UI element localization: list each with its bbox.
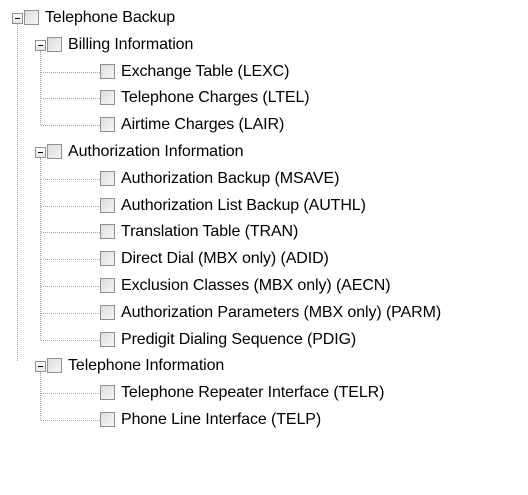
tree-view[interactable]: Telephone Backup Billing Information Excha… (0, 0, 528, 495)
unchecked-checkbox-icon[interactable] (47, 36, 62, 52)
tree-connector-line (41, 312, 100, 314)
unchecked-checkbox-icon[interactable] (24, 10, 39, 25)
collapse-minus-icon[interactable] (35, 39, 46, 51)
tree-node-label[interactable]: Exchange Table (LEXC) (121, 62, 289, 82)
unchecked-checkbox-icon[interactable] (100, 170, 115, 186)
tree-node-label[interactable]: Authorization List Backup (AUTHL) (121, 196, 366, 216)
tree-connector-line (41, 420, 100, 421)
collapse-minus-icon[interactable] (35, 147, 46, 158)
tree-connector-line (41, 71, 100, 73)
tree-connector-line (41, 339, 100, 341)
tree-node-label[interactable]: Exclusion Classes (MBX only) (AECN) (121, 276, 391, 296)
unchecked-checkbox-icon[interactable] (100, 117, 115, 133)
tree-connector-line (41, 393, 100, 395)
tree-node-label[interactable]: Airtime Charges (LAIR) (121, 115, 284, 135)
tree-connector-line (41, 232, 100, 234)
unchecked-checkbox-icon[interactable] (100, 90, 115, 106)
tree-node-label[interactable]: Authorization Information (68, 142, 243, 162)
tree-node-label[interactable]: Predigit Dialing Sequence (PDIG) (121, 330, 356, 350)
unchecked-checkbox-icon[interactable] (100, 251, 115, 267)
unchecked-checkbox-icon[interactable] (100, 412, 115, 427)
tree-node-label[interactable]: Telephone Charges (LTEL) (121, 88, 310, 108)
tree-connector-line (41, 98, 100, 100)
tree-node-label[interactable]: Phone Line Interface (TELP) (121, 410, 321, 430)
tree-node-label[interactable]: Authorization Parameters (MBX only) (PAR… (121, 303, 441, 323)
tree-node-label[interactable]: Direct Dial (MBX only) (ADID) (121, 249, 329, 269)
tree-node-label[interactable]: Translation Table (TRAN) (121, 222, 298, 242)
tree-connector-line (41, 259, 100, 261)
tree-connector-line (40, 372, 41, 420)
tree-node-label[interactable]: Telephone Backup (45, 8, 175, 28)
tree-node-label[interactable]: Telephone Information (68, 356, 224, 376)
unchecked-checkbox-icon[interactable] (47, 358, 62, 374)
unchecked-checkbox-icon[interactable] (47, 144, 62, 159)
unchecked-checkbox-icon[interactable] (100, 224, 115, 240)
tree-connector-line (41, 205, 100, 207)
unchecked-checkbox-icon[interactable] (100, 197, 115, 213)
tree-node-label[interactable]: Authorization Backup (MSAVE) (121, 169, 339, 189)
tree-connector-line (41, 125, 100, 127)
tree-connector-line (41, 178, 100, 180)
collapse-minus-icon[interactable] (35, 361, 46, 373)
tree-node-label[interactable]: Billing Information (68, 35, 193, 55)
tree-connector-line (41, 286, 100, 287)
unchecked-checkbox-icon[interactable] (100, 385, 115, 401)
unchecked-checkbox-icon[interactable] (100, 278, 115, 293)
tree-node-label[interactable]: Telephone Repeater Interface (TELR) (121, 383, 384, 403)
tree-connector-line (40, 50, 41, 126)
unchecked-checkbox-icon[interactable] (100, 63, 115, 79)
tree-connector-line (17, 24, 18, 362)
unchecked-checkbox-icon[interactable] (100, 331, 115, 347)
collapse-minus-icon[interactable] (12, 13, 23, 24)
unchecked-checkbox-icon[interactable] (100, 304, 115, 320)
